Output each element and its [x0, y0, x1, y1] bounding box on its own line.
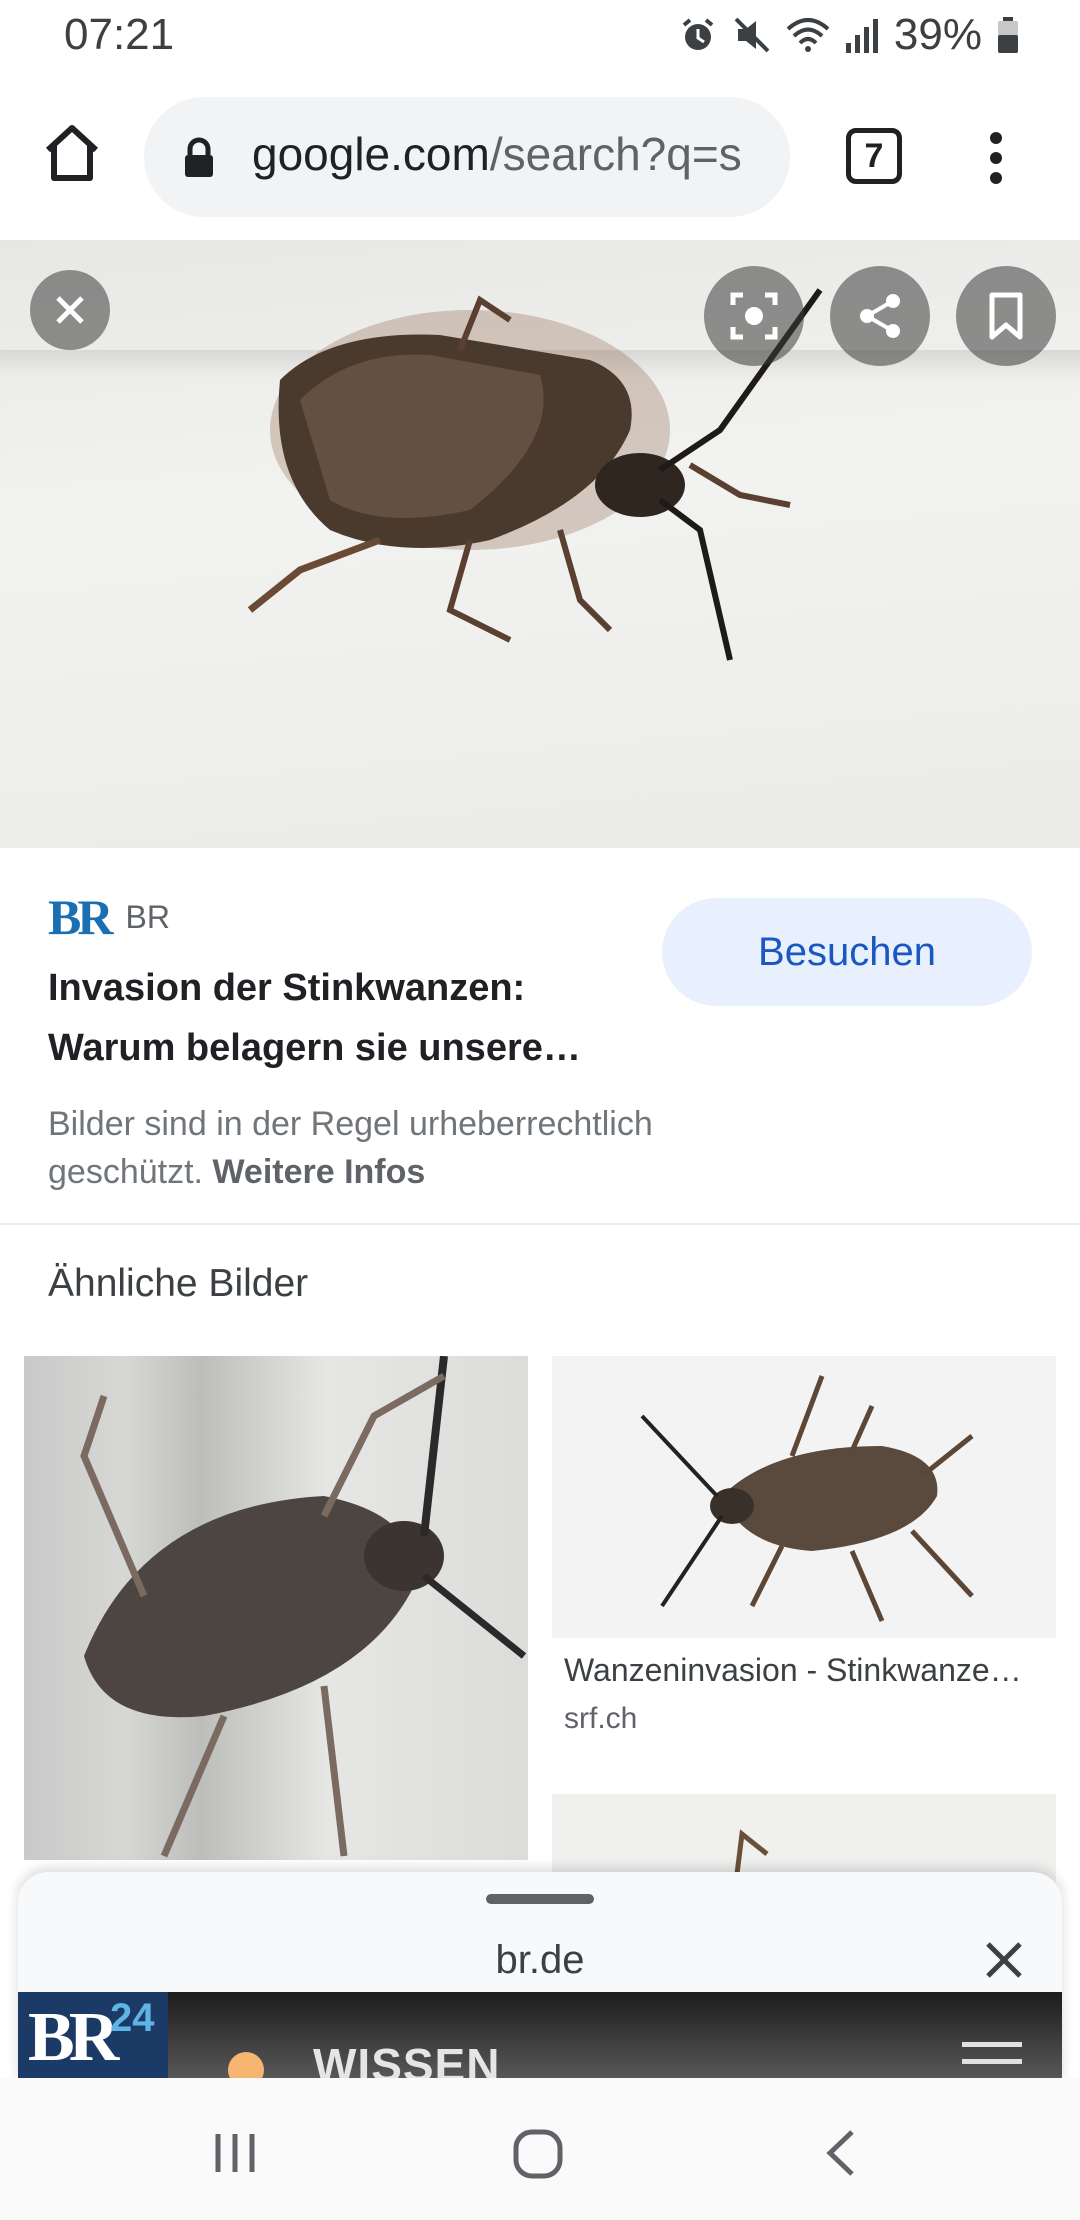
lock-icon [185, 137, 213, 177]
recent-apps-button[interactable] [210, 2128, 260, 2183]
more-vert-icon [990, 132, 1002, 184]
close-icon [56, 296, 84, 324]
image-title[interactable]: Invasion der Stinkwanzen: Warum belagern… [48, 958, 648, 1078]
home-icon [45, 125, 99, 181]
similar-image-2[interactable] [552, 1356, 1056, 1638]
sheet-domain: br.de [495, 1938, 585, 1982]
wifi-icon [786, 18, 830, 52]
stink-bug-thumbnail [80, 1356, 527, 1858]
close-viewer-button[interactable] [30, 270, 110, 350]
recents-icon [215, 2134, 255, 2172]
status-icons: 39% [678, 10, 1020, 60]
divider [0, 1223, 1080, 1225]
page-preview-sheet[interactable]: br.de BR 24 WISSEN [18, 1872, 1062, 2082]
close-icon [986, 1942, 1022, 1978]
home-circle-icon [513, 2129, 563, 2179]
back-button[interactable] [822, 2128, 862, 2183]
status-time: 07:21 [64, 10, 175, 59]
signal-icon [845, 19, 878, 53]
mute-icon [734, 17, 770, 53]
source-logo: BR [48, 889, 113, 945]
url-path: /search?q=s [489, 128, 742, 180]
sheet-drag-handle[interactable] [486, 1894, 594, 1904]
image-title-line1: Invasion der Stinkwanzen: [48, 967, 526, 1009]
section-label: WISSEN [313, 2039, 501, 2082]
tab-count: 7 [864, 136, 884, 175]
br24-logo: BR 24 [18, 1992, 168, 2082]
bookmark-icon [989, 292, 1023, 340]
system-nav-bar [0, 2078, 1080, 2220]
similar-image-1[interactable] [24, 1356, 528, 1860]
similar-images-heading: Ähnliche Bilder [48, 1262, 309, 1305]
lens-icon [730, 292, 778, 340]
visit-button[interactable]: Besuchen [662, 898, 1032, 1006]
similar-image-2-source: srf.ch [564, 1702, 638, 1735]
more-menu-button[interactable] [976, 128, 1016, 188]
back-icon [826, 2130, 854, 2176]
similar-image-2-title[interactable]: Wanzeninvasion - Stinkwanze… [564, 1652, 1054, 1689]
preview-image[interactable] [0, 240, 1080, 848]
image-source[interactable]: BR BR [48, 888, 170, 946]
br24-logo-text: BR [28, 1999, 119, 2076]
save-bookmark-button[interactable] [956, 266, 1056, 366]
url-domain: google.com [252, 128, 490, 180]
battery-icon [998, 17, 1018, 53]
sheet-close-button[interactable] [976, 1932, 1032, 1988]
alarm-icon [682, 18, 714, 50]
copyright-notice: Bilder sind in der Regel urheberrechtlic… [48, 1100, 768, 1196]
browser-toolbar: google.com/search?q=s 7 [0, 72, 1080, 240]
home-button[interactable] [36, 116, 108, 188]
lens-button[interactable] [704, 266, 804, 366]
image-title-line2: Warum belagern sie unsere… [48, 1027, 581, 1069]
battery-percent: 39% [893, 10, 982, 59]
share-button[interactable] [830, 266, 930, 366]
source-name: BR [125, 898, 170, 935]
url-text: google.com/search?q=s [252, 127, 742, 181]
share-icon [860, 294, 900, 338]
status-bar: 07:21 39% [0, 0, 1080, 72]
stink-bug-thumbnail [640, 1375, 974, 1622]
site-preview: BR 24 WISSEN [18, 1992, 1062, 2082]
br24-logo-number: 24 [110, 1996, 155, 2040]
more-info-link[interactable]: Weitere Infos [212, 1153, 425, 1191]
url-bar[interactable]: google.com/search?q=s [144, 97, 790, 217]
hamburger-menu-icon [962, 2042, 1022, 2076]
tab-switcher-button[interactable]: 7 [846, 128, 902, 184]
home-nav-button[interactable] [512, 2128, 564, 2185]
